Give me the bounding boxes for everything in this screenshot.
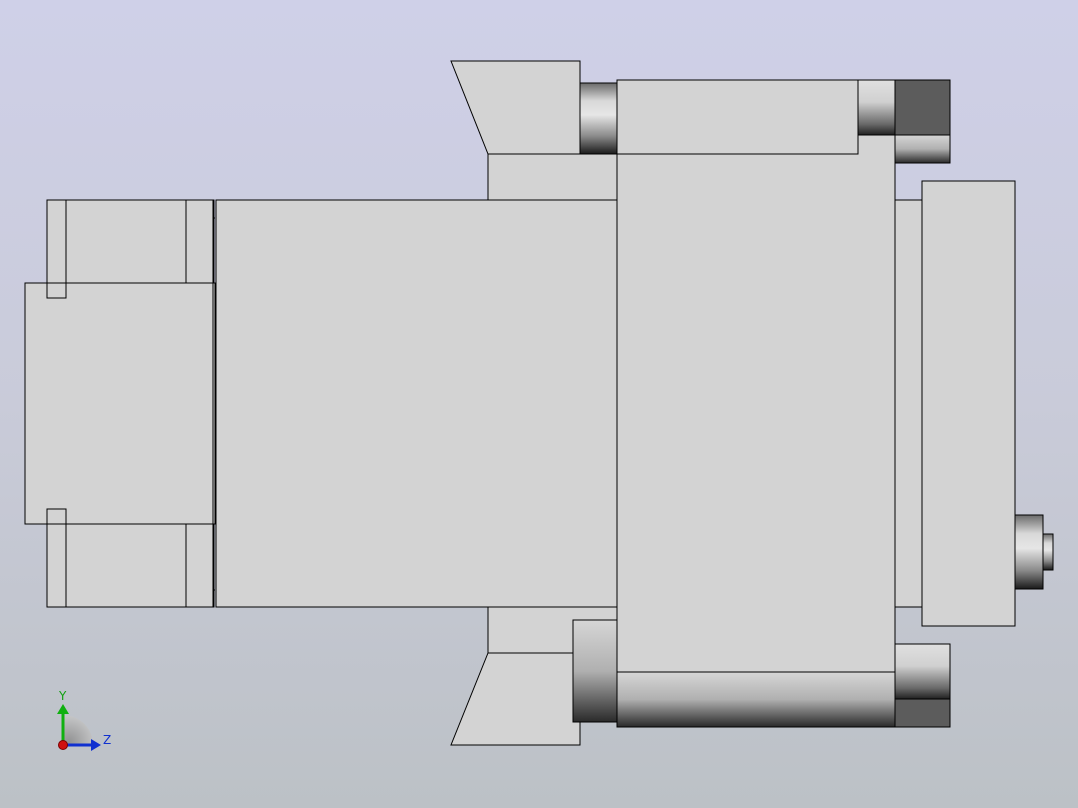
triad-shading	[63, 715, 93, 745]
bottom-bracket	[450, 606, 619, 746]
bottom-right-stub	[894, 643, 951, 728]
output-shaft	[1014, 514, 1054, 590]
cad-viewport[interactable]: Y Z	[0, 0, 1078, 808]
cad-model-view: Y Z	[24, 60, 1054, 751]
motor-end-face	[24, 282, 216, 525]
x-axis-dot	[58, 740, 68, 750]
motor-top-lug	[46, 199, 215, 284]
y-axis-label: Y	[58, 689, 67, 703]
flange-plate	[894, 199, 924, 608]
axis-triad: Y Z	[57, 689, 111, 751]
bottom-shaft-cylinder	[616, 671, 896, 728]
bottom-pin-cylinder	[572, 619, 619, 723]
top-pin-cylinder	[579, 82, 618, 155]
gearbox-top-plate	[616, 79, 859, 155]
gearbox-body	[616, 79, 896, 701]
z-axis-label: Z	[103, 733, 111, 747]
main-housing	[215, 199, 618, 608]
motor-bottom-lug	[46, 523, 215, 608]
end-cover	[921, 180, 1016, 627]
motor-end-block	[24, 199, 216, 608]
top-bracket	[450, 60, 619, 201]
